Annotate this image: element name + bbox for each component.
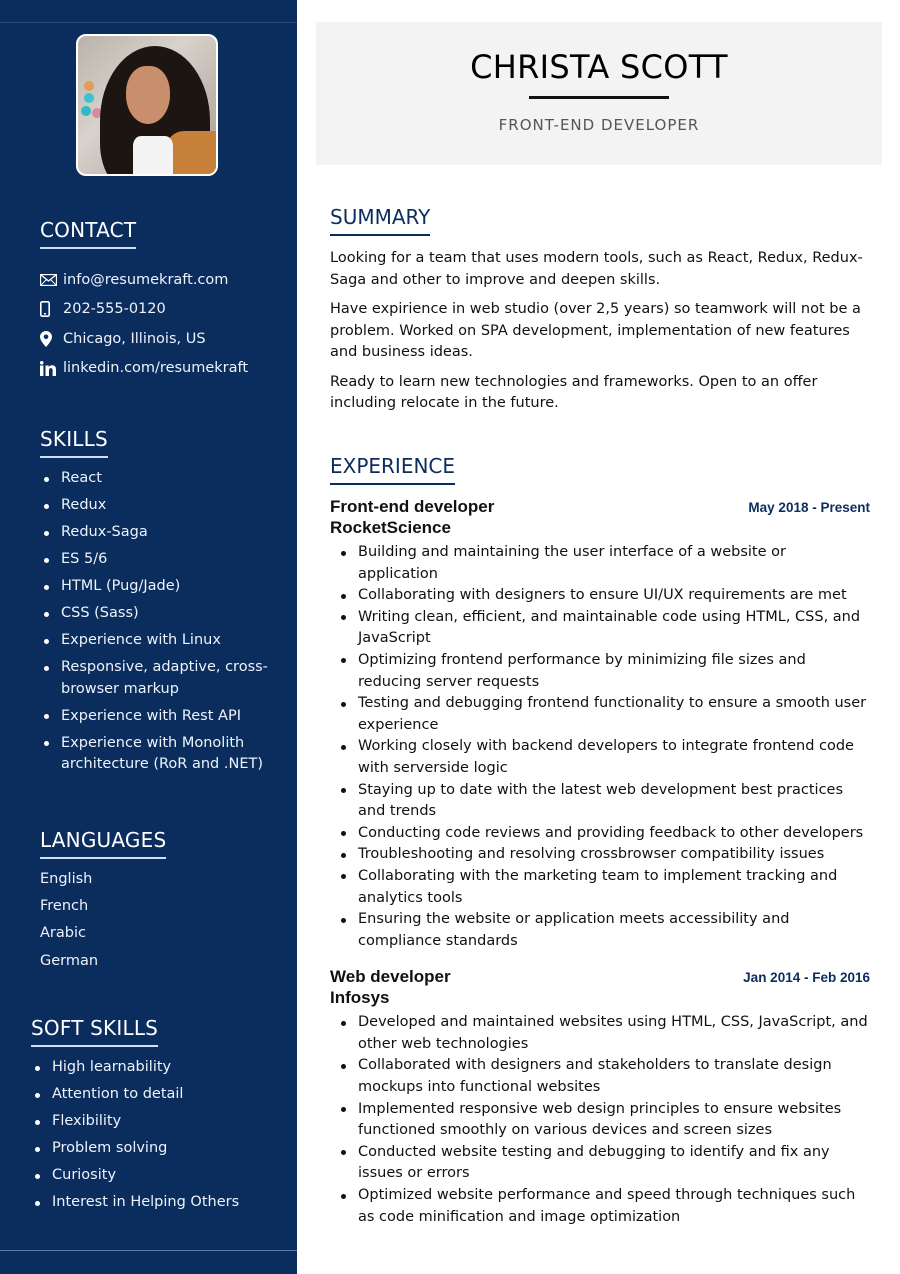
job-title: Front-end developer (330, 497, 495, 516)
skills-list: React Redux Redux-Saga ES 5/6 HTML (Pug/… (40, 468, 270, 776)
job-bullet: Troubleshooting and resolving crossbrows… (330, 844, 870, 866)
language-item: English (40, 871, 93, 887)
summary-section: SUMMARY Looking for a team that uses mod… (330, 205, 870, 415)
job-bullet: Implemented responsive web design princi… (330, 1099, 870, 1142)
soft-skill-item: High learnability (31, 1057, 239, 1079)
contact-email[interactable]: info@resumekraft.com (40, 265, 248, 295)
languages-list: English French Arabic German (40, 869, 166, 972)
contact-linkedin-text: linkedin.com/resumekraft (63, 360, 249, 377)
contact-email-text: info@resumekraft.com (63, 271, 229, 288)
contact-heading: CONTACT (40, 218, 137, 249)
sidebar-top-divider (0, 22, 297, 23)
envelope-icon (40, 273, 63, 286)
language-item: German (40, 952, 99, 969)
skill-item: React (40, 468, 270, 490)
summary-paragraph: Looking for a team that uses modern tool… (330, 250, 863, 288)
job-bullet: Ensuring the website or application meet… (330, 909, 870, 952)
experience-section: EXPERIENCE Front-end developer May 2018 … (330, 454, 870, 1228)
skill-item: Redux-Saga (40, 522, 270, 544)
contact-location: Chicago, Illinois, US (40, 324, 248, 354)
skill-item: Redux (40, 495, 270, 517)
linkedin-icon (40, 360, 63, 376)
profile-photo (76, 34, 218, 176)
skill-item: Experience with Rest API (40, 706, 270, 728)
job-bullet: Conducting code reviews and providing fe… (330, 823, 870, 845)
soft-skill-item: Interest in Helping Others (31, 1192, 239, 1214)
summary-paragraph: Have expirience in web studio (over 2,5 … (330, 301, 861, 360)
job-bullet: Testing and debugging frontend functiona… (330, 693, 870, 736)
job-bullet: Conducted website testing and debugging … (330, 1142, 870, 1185)
languages-section: LANGUAGES English French Arabic German (40, 828, 167, 978)
name-divider (529, 96, 669, 99)
job-bullet: Developed and maintained websites using … (330, 1012, 870, 1055)
experience-heading: EXPERIENCE (330, 454, 456, 485)
skills-section: SKILLS React Redux Redux-Saga ES 5/6 HTM… (40, 427, 270, 781)
summary-paragraph: Ready to learn new technologies and fram… (330, 373, 818, 412)
job-bullet: Collaborated with designers and stakehol… (330, 1055, 870, 1098)
job-title: Web developer (330, 967, 451, 987)
sidebar-bottom-divider (0, 1250, 297, 1251)
job-company: Infosys (330, 988, 390, 1008)
job-dates: Jan 2014 - Feb 2016 (743, 970, 870, 986)
job-bullet: Staying up to date with the latest web d… (330, 780, 870, 823)
job-responsibilities: Developed and maintained websites using … (330, 1012, 870, 1228)
candidate-name: CHRISTA SCOTT (470, 48, 728, 86)
job-entry: Web developer Jan 2014 - Feb 2016 Infosy… (330, 967, 870, 1228)
job-dates: May 2018 - Present (748, 500, 870, 515)
skill-item: CSS (Sass) (40, 603, 270, 625)
location-pin-icon (40, 330, 63, 347)
job-bullet: Collaborating with designers to ensure U… (330, 585, 870, 607)
summary-heading: SUMMARY (330, 205, 431, 236)
contact-section: CONTACT info@resumekraft.com 202-555-012… (40, 218, 248, 383)
languages-heading: LANGUAGES (40, 828, 167, 859)
contact-linkedin[interactable]: linkedin.com/resumekraft (40, 354, 248, 384)
phone-icon (40, 301, 63, 318)
contact-location-text: Chicago, Illinois, US (63, 330, 206, 347)
job-bullet: Building and maintaining the user interf… (330, 542, 870, 585)
job-bullet: Optimizing frontend performance by minim… (330, 650, 870, 693)
language-item: Arabic (40, 925, 86, 942)
contact-phone[interactable]: 202-555-0120 (40, 295, 248, 325)
soft-skill-item: Attention to detail (31, 1084, 239, 1106)
job-bullet: Collaborating with the marketing team to… (330, 866, 870, 909)
skill-item: Experience with Monolith architecture (R… (40, 733, 270, 776)
job-company: RocketScience (330, 518, 451, 537)
job-bullet: Writing clean, efficient, and maintainab… (330, 607, 870, 650)
job-bullet: Optimized website performance and speed … (330, 1185, 870, 1228)
soft-skill-item: Problem solving (31, 1138, 239, 1160)
skill-item: Experience with Linux (40, 630, 270, 652)
soft-skills-heading: SOFT SKILLS (31, 1016, 159, 1047)
skill-item: ES 5/6 (40, 549, 270, 571)
soft-skill-item: Flexibility (31, 1111, 239, 1133)
contact-list: info@resumekraft.com 202-555-0120 Chicag… (40, 265, 248, 383)
job-bullet: Working closely with backend developers … (330, 736, 870, 779)
soft-skill-item: Curiosity (31, 1165, 239, 1187)
soft-skills-list: High learnability Attention to detail Fl… (31, 1057, 239, 1214)
skill-item: HTML (Pug/Jade) (40, 576, 270, 598)
sidebar: CONTACT info@resumekraft.com 202-555-012… (0, 0, 297, 1274)
language-item: French (40, 898, 89, 915)
contact-phone-text: 202-555-0120 (63, 301, 166, 318)
candidate-role: FRONT-END DEVELOPER (498, 116, 700, 134)
resume-header: CHRISTA SCOTT FRONT-END DEVELOPER (316, 22, 882, 165)
job-responsibilities: Building and maintaining the user interf… (330, 542, 870, 952)
skill-item: Responsive, adaptive, cross-browser mark… (40, 657, 270, 700)
skills-heading: SKILLS (40, 427, 108, 458)
job-entry: Front-end developer May 2018 - Present R… (330, 497, 870, 952)
soft-skills-section: SOFT SKILLS High learnability Attention … (31, 1016, 239, 1219)
